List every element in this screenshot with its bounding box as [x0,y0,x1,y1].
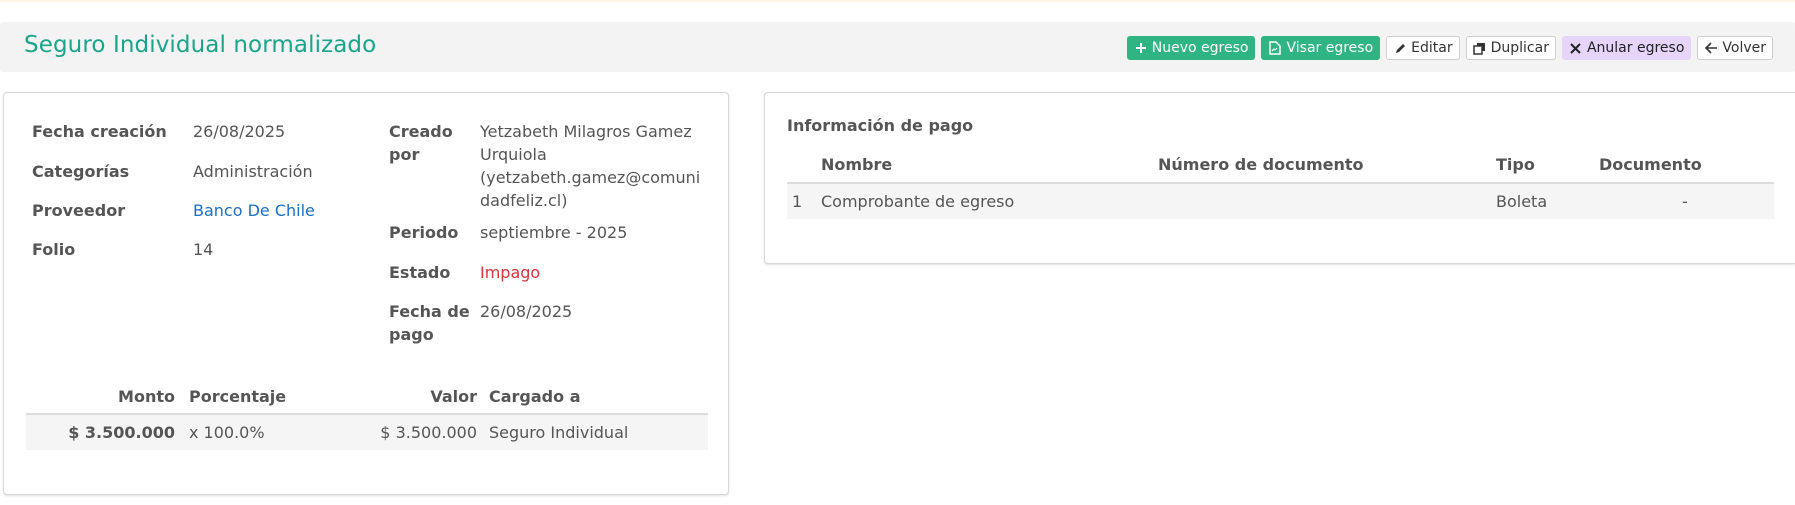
created-by-value: Yetzabeth Milagros Gamez Urquiola (yetza… [480,120,700,212]
payment-date-label-line: pago [389,325,434,344]
file-signature-icon [1268,41,1282,55]
payment-row-index: 1 [792,192,803,211]
payment-header-document: Documento [1599,155,1702,174]
payment-header-type: Tipo [1496,155,1535,174]
page-title: Seguro Individual normalizado [24,32,377,58]
payment-date-label: Fecha de pago [389,300,470,346]
page-header: Seguro Individual normalizado Nuevo egre… [0,22,1795,72]
charge-charged-to: Seguro Individual [489,423,629,442]
provider-label: Proveedor [32,201,126,220]
close-icon [1569,41,1583,55]
payment-date-value: 26/08/2025 [480,302,573,321]
expense-details-card: Fecha creación 26/08/2025 Categorías Adm… [3,92,729,495]
charge-percent: x 100.0% [189,423,265,442]
action-toolbar: Nuevo egreso Visar egreso Editar Duplica… [1126,36,1773,60]
pencil-icon [1393,41,1407,55]
back-label: Volver [1722,40,1766,56]
payment-row-name: Comprobante de egreso [821,192,1015,211]
back-button[interactable]: Volver [1697,36,1773,60]
new-expense-label: Nuevo egreso [1151,40,1249,56]
creation-date-label: Fecha creación [32,122,167,141]
void-expense-label: Anular egreso [1586,40,1685,56]
created-by-label-line: Creado [389,122,453,141]
edit-button[interactable]: Editar [1386,36,1460,60]
period-value: septiembre - 2025 [480,223,628,242]
plus-icon [1134,41,1148,55]
duplicate-label: Duplicar [1490,40,1549,56]
payment-row-document[interactable]: - [1682,192,1688,211]
folio-value: 14 [193,240,214,259]
charges-header-amount: Monto [118,387,175,406]
payment-info-title: Información de pago [787,116,974,135]
provider-link[interactable]: Banco De Chile [193,199,315,222]
charges-header-charged-to: Cargado a [489,387,581,406]
charge-amount: $ 3.500.000 [68,423,175,442]
edit-label: Editar [1411,40,1453,56]
charge-value: $ 3.500.000 [380,423,477,442]
copy-icon [1473,41,1487,55]
created-by-line: Urquiola [480,145,547,164]
created-by-label-line: por [389,145,420,164]
payment-header-name: Nombre [821,155,893,174]
charges-header-value: Valor [430,387,477,406]
created-by-line: Yetzabeth Milagros Gamez [480,122,692,141]
payment-row-type: Boleta [1496,192,1548,211]
top-accent-line [0,0,1795,2]
categories-label: Categorías [32,162,130,181]
created-by-line: dadfeliz.cl) [480,191,568,210]
duplicate-button[interactable]: Duplicar [1465,36,1556,60]
creation-date-value: 26/08/2025 [193,122,286,141]
created-by-line: (yetzabeth.gamez@comuni [480,168,701,187]
charges-header-percent: Porcentaje [189,387,287,406]
new-expense-button[interactable]: Nuevo egreso [1126,36,1256,60]
payment-date-label-line: Fecha de [389,302,470,321]
arrow-left-icon [1704,41,1718,55]
approve-expense-button[interactable]: Visar egreso [1261,36,1381,60]
categories-value: Administración [193,162,313,181]
folio-label: Folio [32,240,76,259]
payment-info-card: Información de pago Nombre Número de doc… [764,92,1795,264]
void-expense-button[interactable]: Anular egreso [1561,36,1692,60]
status-badge: Impago [480,263,541,282]
status-label: Estado [389,263,451,282]
period-label: Periodo [389,223,459,242]
created-by-label: Creado por [389,120,453,166]
payment-header-doc-number: Número de documento [1158,155,1364,174]
approve-expense-label: Visar egreso [1286,40,1374,56]
